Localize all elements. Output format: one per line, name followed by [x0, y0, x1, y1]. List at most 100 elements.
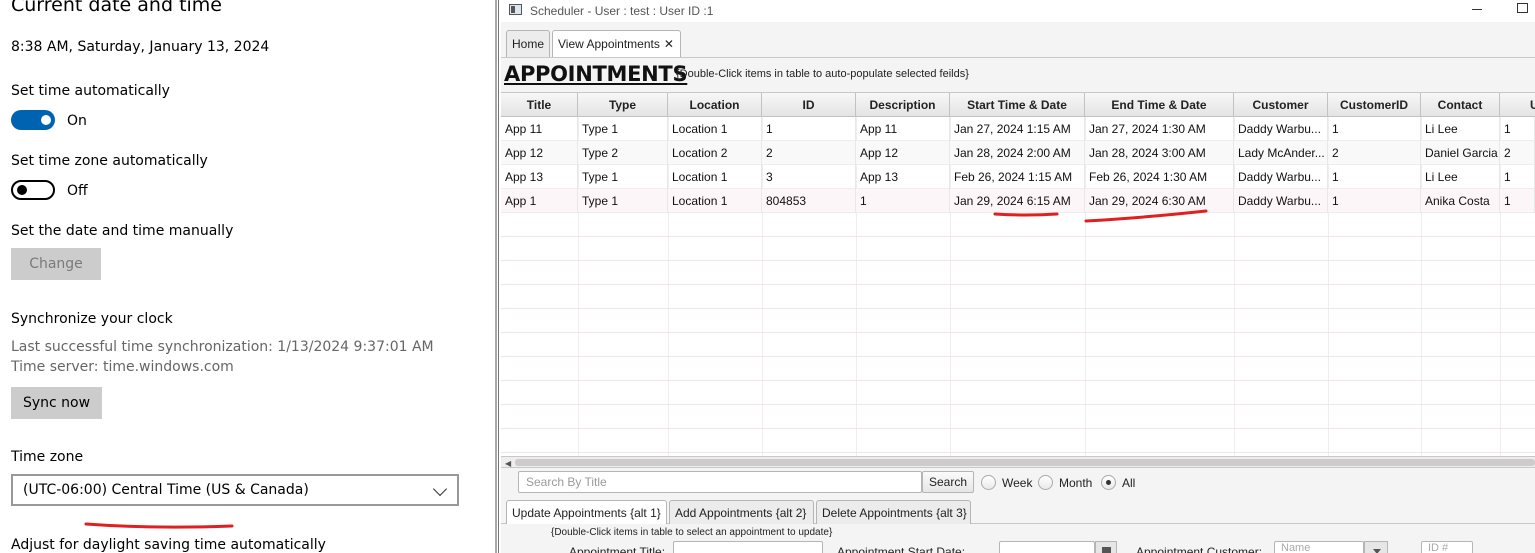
update-hint: {Double-Click items in table to select a…	[551, 527, 833, 538]
column-header-id[interactable]: ID	[762, 93, 856, 117]
cell-customer-id: 1	[1328, 165, 1421, 189]
search-input[interactable]	[518, 471, 922, 493]
cell-location: Location 1	[668, 165, 762, 189]
cell-description: App 12	[856, 141, 950, 165]
column-header-customer-id[interactable]: CustomerID	[1328, 93, 1421, 117]
column-header-type[interactable]: Type	[578, 93, 668, 117]
cell-end: Jan 29, 2024 6:30 AM	[1085, 189, 1234, 213]
tab-delete-appointments[interactable]: Delete Appointments {alt 3}	[816, 500, 971, 524]
app-window-icon	[509, 4, 522, 15]
set-time-auto-label: Set time automatically	[11, 83, 170, 99]
cell-start: Jan 29, 2024 6:15 AM	[950, 189, 1085, 213]
cell-end: Jan 28, 2024 3:00 AM	[1085, 141, 1234, 165]
scheduler-window: Scheduler - User : test : User ID :1 Hom…	[501, 0, 1535, 553]
appointments-table[interactable]: Title Type Location ID Description Start…	[501, 92, 1535, 457]
cell-type: Type 2	[578, 141, 668, 165]
cell-location: Location 1	[668, 189, 762, 213]
red-underline-annotation	[84, 522, 234, 529]
cell-end: Jan 27, 2024 1:30 AM	[1085, 117, 1234, 141]
set-tz-auto-toggle[interactable]	[11, 180, 55, 200]
tab-update-appointments[interactable]: Update Appointments {alt 1}	[506, 500, 667, 524]
cell-title: App 13	[501, 165, 578, 189]
column-header-user[interactable]: U	[1500, 93, 1535, 117]
set-tz-auto-label: Set time zone automatically	[11, 153, 208, 169]
radio-month[interactable]	[1038, 475, 1053, 490]
scrollbar-thumb[interactable]	[515, 459, 1535, 466]
table-row[interactable]: App 12 Type 2 Location 2 2 App 12 Jan 28…	[501, 141, 1535, 165]
column-header-contact[interactable]: Contact	[1421, 93, 1500, 117]
column-header-description[interactable]: Description	[856, 93, 950, 117]
cell-user: 2	[1500, 141, 1535, 165]
timezone-dropdown[interactable]: (UTC-06:00) Central Time (US & Canada)	[11, 474, 459, 506]
window-title: Scheduler - User : test : User ID :1	[530, 4, 714, 18]
timezone-label: Time zone	[11, 449, 84, 465]
cell-start: Jan 27, 2024 1:15 AM	[950, 117, 1085, 141]
cell-customer: Lady McAnder...	[1234, 141, 1328, 165]
cell-customer-id: 2	[1328, 141, 1421, 165]
cell-customer: Daddy Warbu...	[1234, 117, 1328, 141]
radio-all[interactable]	[1101, 475, 1116, 490]
cell-customer: Daddy Warbu...	[1234, 165, 1328, 189]
tab-view-appointments[interactable]: View Appointments ✕	[552, 30, 681, 57]
appointment-start-label: Appointment Start Date:	[837, 545, 966, 553]
cell-id: 3	[762, 165, 856, 189]
change-button[interactable]: Change	[11, 248, 101, 280]
appointment-customer-label: Appointment Customer:	[1136, 545, 1263, 553]
minimize-icon[interactable]	[1471, 2, 1483, 14]
window-divider	[493, 0, 501, 553]
time-server-text: Time server: time.windows.com	[11, 359, 234, 375]
table-row[interactable]: App 11 Type 1 Location 1 1 App 11 Jan 27…	[501, 117, 1535, 141]
sync-now-button[interactable]: Sync now	[11, 387, 102, 419]
settings-panel: Current date and time 8:38 AM, Saturday,…	[0, 0, 493, 553]
chevron-down-icon[interactable]	[1364, 541, 1388, 553]
cell-description: App 11	[856, 117, 950, 141]
close-icon[interactable]: ✕	[664, 37, 674, 51]
table-row[interactable]: App 1 Type 1 Location 1 804853 1 Jan 29,…	[501, 189, 1535, 213]
search-bar: Search Week Month All	[501, 468, 1535, 496]
column-header-end[interactable]: End Time & Date	[1085, 93, 1234, 117]
maximize-icon[interactable]	[1517, 3, 1528, 13]
set-time-auto-toggle[interactable]	[11, 110, 55, 130]
radio-week-label: Week	[1002, 476, 1033, 490]
table-row[interactable]: App 13 Type 1 Location 1 3 App 13 Feb 26…	[501, 165, 1535, 189]
column-header-customer[interactable]: Customer	[1234, 93, 1328, 117]
cell-description: App 13	[856, 165, 950, 189]
radio-all-label: All	[1122, 476, 1136, 490]
cell-id: 804853	[762, 189, 856, 213]
calendar-icon[interactable]	[1095, 541, 1117, 553]
cell-customer: Daddy Warbu...	[1234, 189, 1328, 213]
appointment-title-field[interactable]	[673, 541, 823, 553]
table-hint: {Double-Click items in table to auto-pop…	[676, 68, 969, 80]
tab-home-label: Home	[512, 37, 545, 51]
cell-id: 1	[762, 117, 856, 141]
page-title: APPOINTMENTS	[504, 62, 688, 86]
cell-id: 2	[762, 141, 856, 165]
tab-view-appointments-label: View Appointments	[558, 37, 660, 51]
main-tab-bar: Home View Appointments ✕	[501, 28, 1535, 58]
cell-contact: Anika Costa	[1421, 189, 1500, 213]
tab-home[interactable]: Home	[506, 30, 550, 57]
cell-contact: Li Lee	[1421, 165, 1500, 189]
search-button[interactable]: Search	[922, 471, 974, 493]
cell-title: App 12	[501, 141, 578, 165]
customer-name-combo[interactable]: Name	[1274, 541, 1364, 553]
set-tz-auto-state: Off	[67, 183, 88, 199]
window-titlebar: Scheduler - User : test : User ID :1	[501, 0, 1535, 22]
column-header-location[interactable]: Location	[668, 93, 762, 117]
column-header-title[interactable]: Title	[501, 93, 578, 117]
cell-contact: Daniel Garcia	[1421, 141, 1500, 165]
cell-end: Feb 26, 2024 1:30 AM	[1085, 165, 1234, 189]
column-header-start[interactable]: Start Time & Date	[950, 93, 1085, 117]
cell-user: 1	[1500, 117, 1535, 141]
customer-id-field[interactable]: ID #	[1421, 541, 1473, 553]
appointment-start-field[interactable]	[999, 541, 1095, 553]
chevron-down-icon	[432, 481, 448, 497]
radio-month-label: Month	[1059, 476, 1093, 490]
horizontal-scrollbar[interactable]: ◀	[501, 457, 1535, 468]
tab-add-appointments[interactable]: Add Appointments {alt 2}	[669, 500, 814, 524]
manual-time-label: Set the date and time manually	[11, 223, 234, 239]
scroll-left-icon[interactable]: ◀	[505, 459, 511, 468]
cell-customer-id: 1	[1328, 117, 1421, 141]
appointment-title-label: Appointment Title:	[569, 545, 666, 553]
radio-week[interactable]	[981, 475, 996, 490]
